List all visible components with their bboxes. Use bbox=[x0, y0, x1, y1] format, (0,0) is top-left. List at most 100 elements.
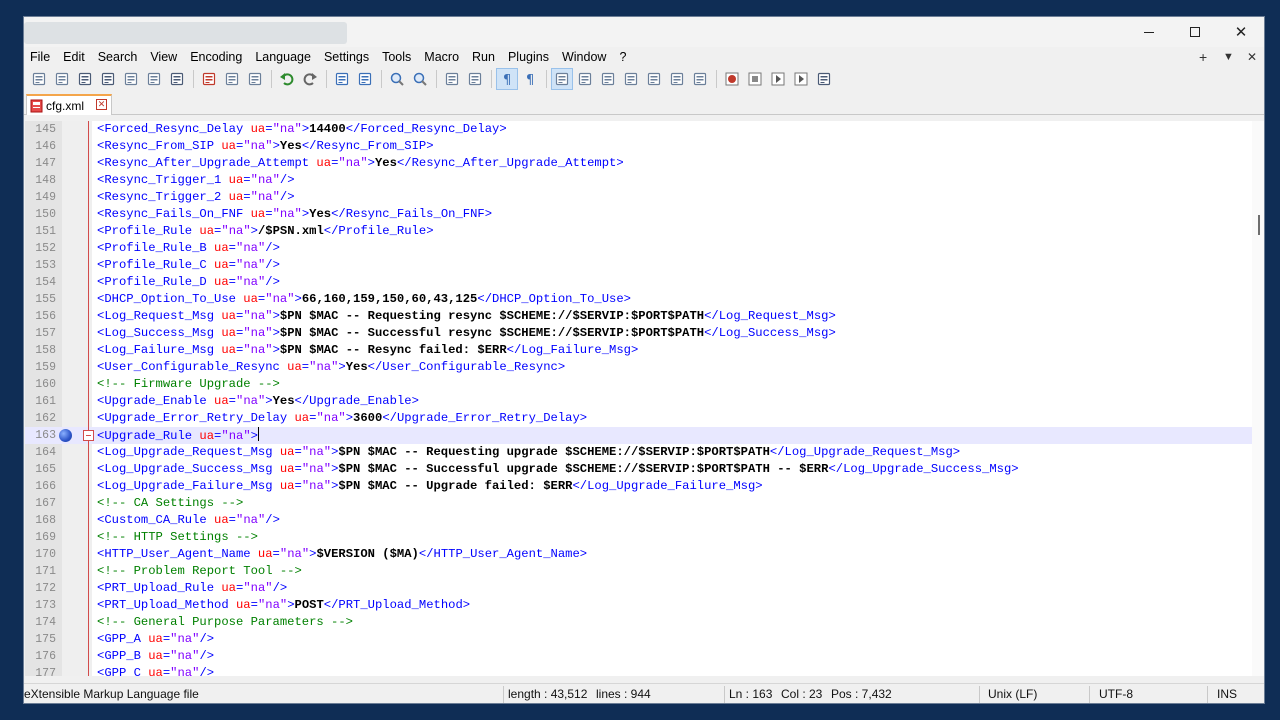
doc-map-icon[interactable] bbox=[597, 68, 619, 90]
indent-guide-icon[interactable] bbox=[551, 68, 573, 90]
fold-collapse-icon[interactable] bbox=[83, 430, 94, 441]
menu-tools[interactable]: Tools bbox=[376, 47, 418, 67]
code-line[interactable]: 166 <Log_Upgrade_Failure_Msg ua="na">$PN … bbox=[25, 478, 1252, 495]
replace-icon[interactable] bbox=[354, 68, 376, 90]
code-line[interactable]: 160 <!-- Firmware Upgrade --> bbox=[25, 376, 1252, 393]
menu-edit[interactable]: Edit bbox=[57, 47, 92, 67]
code-line[interactable]: 157 <Log_Success_Msg ua="na">$PN $MAC -- … bbox=[25, 325, 1252, 342]
stop-record-icon[interactable] bbox=[744, 68, 766, 90]
sync-vertical-icon[interactable] bbox=[441, 68, 463, 90]
code-line[interactable]: 148 <Resync_Trigger_1 ua="na"/> bbox=[25, 172, 1252, 189]
code-line[interactable]: 145 <Forced_Resync_Delay ua="na">14400</F… bbox=[25, 121, 1252, 138]
status-ln: Ln : 163 bbox=[729, 687, 773, 701]
show-all-chars-icon[interactable]: ¶ bbox=[519, 68, 541, 90]
word-wrap-icon[interactable]: ¶ bbox=[496, 68, 518, 90]
undo-icon[interactable] bbox=[276, 68, 298, 90]
find-icon[interactable] bbox=[331, 68, 353, 90]
menu-plugins[interactable]: Plugins bbox=[502, 47, 556, 67]
vertical-scrollbar[interactable] bbox=[1252, 121, 1264, 676]
code-line[interactable]: 171 <!-- Problem Report Tool --> bbox=[25, 563, 1252, 580]
code-line[interactable]: 154 <Profile_Rule_D ua="na"/> bbox=[25, 274, 1252, 291]
code-line[interactable]: 146 <Resync_From_SIP ua="na">Yes</Resync_… bbox=[25, 138, 1252, 155]
tab-close-icon[interactable]: ✕ bbox=[96, 99, 107, 110]
record-macro-icon[interactable] bbox=[721, 68, 743, 90]
close-all-icon[interactable] bbox=[143, 68, 165, 90]
code-line[interactable]: 169 <!-- HTTP Settings --> bbox=[25, 529, 1252, 546]
code-line[interactable]: 172 <PRT_Upload_Rule ua="na"/> bbox=[25, 580, 1252, 597]
fold-guide-line bbox=[88, 441, 89, 676]
code-line[interactable]: 149 <Resync_Trigger_2 ua="na"/> bbox=[25, 189, 1252, 206]
title-bar[interactable]: ✕ bbox=[24, 17, 1264, 47]
code-line[interactable]: 155 <DHCP_Option_To_Use ua="na">66,160,15… bbox=[25, 291, 1252, 308]
code-line[interactable]: 170 <HTTP_User_Agent_Name ua="na">$VERSIO… bbox=[25, 546, 1252, 563]
udl-icon[interactable] bbox=[574, 68, 596, 90]
code-line[interactable]: 161 <Upgrade_Enable ua="na">Yes</Upgrade_… bbox=[25, 393, 1252, 410]
run-macro-multiple-icon[interactable] bbox=[790, 68, 812, 90]
menu-help[interactable]: ? bbox=[613, 47, 633, 67]
menu-encoding[interactable]: Encoding bbox=[184, 47, 249, 67]
code-line[interactable]: 165 <Log_Upgrade_Success_Msg ua="na">$PN … bbox=[25, 461, 1252, 478]
close-document-button[interactable]: ✕ bbox=[1247, 47, 1257, 67]
redo-icon[interactable] bbox=[299, 68, 321, 90]
code-line[interactable]: 151 <Profile_Rule ua="na">/$PSN.xml</Prof… bbox=[25, 223, 1252, 240]
code-line[interactable]: 177 <GPP_C ua="na"/> bbox=[25, 665, 1252, 676]
token: /> bbox=[279, 190, 295, 204]
monitoring-icon[interactable] bbox=[689, 68, 711, 90]
code-line[interactable]: 159 <User_Configurable_Resync ua="na">Yes… bbox=[25, 359, 1252, 376]
tab-cfg-xml[interactable]: cfg.xml ✕ bbox=[26, 94, 112, 115]
open-file-icon[interactable] bbox=[51, 68, 73, 90]
close-button[interactable]: ✕ bbox=[1218, 17, 1264, 47]
token: "na" bbox=[301, 445, 332, 459]
zoom-out-icon[interactable] bbox=[409, 68, 431, 90]
code-line[interactable]: 156 <Log_Request_Msg ua="na">$PN $MAC -- … bbox=[25, 308, 1252, 325]
minimize-button[interactable] bbox=[1126, 17, 1172, 47]
zoom-in-icon-glyph bbox=[390, 72, 404, 86]
print-icon[interactable] bbox=[166, 68, 188, 90]
save-icon[interactable] bbox=[74, 68, 96, 90]
code-line[interactable]: 173 <PRT_Upload_Method ua="na">POST</PRT_… bbox=[25, 597, 1252, 614]
code-line[interactable]: 163 <Upgrade_Rule ua="na"> bbox=[25, 427, 1252, 444]
play-macro-icon[interactable] bbox=[767, 68, 789, 90]
code-line[interactable]: 164 <Log_Upgrade_Request_Msg ua="na">$PN … bbox=[25, 444, 1252, 461]
folder-workspace-icon[interactable] bbox=[666, 68, 688, 90]
function-list-icon[interactable] bbox=[643, 68, 665, 90]
menu-macro[interactable]: Macro bbox=[418, 47, 466, 67]
paste-icon[interactable] bbox=[244, 68, 266, 90]
code-editor[interactable]: 145 <Forced_Resync_Delay ua="na">14400</F… bbox=[25, 121, 1252, 676]
menu-view[interactable]: View bbox=[144, 47, 184, 67]
code-line[interactable]: 152 <Profile_Rule_B ua="na"/> bbox=[25, 240, 1252, 257]
menu-file[interactable]: File bbox=[24, 47, 57, 67]
token: = bbox=[228, 513, 236, 527]
copy-icon[interactable] bbox=[221, 68, 243, 90]
menu-search[interactable]: Search bbox=[92, 47, 145, 67]
code-line[interactable]: 147 <Resync_After_Upgrade_Attempt ua="na"… bbox=[25, 155, 1252, 172]
save-macro-icon[interactable] bbox=[813, 68, 835, 90]
code-line[interactable]: 175 <GPP_A ua="na"/> bbox=[25, 631, 1252, 648]
code-line[interactable]: 150 <Resync_Fails_On_FNF ua="na">Yes</Res… bbox=[25, 206, 1252, 223]
close-icon[interactable] bbox=[120, 68, 142, 90]
bookmark-icon[interactable] bbox=[59, 429, 72, 442]
tab-list-dropdown[interactable]: ▼ bbox=[1223, 47, 1234, 67]
cut-icon[interactable] bbox=[198, 68, 220, 90]
new-file-icon[interactable] bbox=[28, 68, 50, 90]
maximize-button[interactable] bbox=[1172, 17, 1218, 47]
code-line[interactable]: 168 <Custom_CA_Rule ua="na"/> bbox=[25, 512, 1252, 529]
sync-horizontal-icon[interactable] bbox=[464, 68, 486, 90]
token: ua bbox=[243, 292, 258, 306]
menu-window[interactable]: Window bbox=[556, 47, 613, 67]
status-separator bbox=[1089, 686, 1090, 703]
code-line[interactable]: 174 <!-- General Purpose Parameters --> bbox=[25, 614, 1252, 631]
menu-language[interactable]: Language bbox=[249, 47, 318, 67]
doc-list-icon[interactable] bbox=[620, 68, 642, 90]
menu-settings[interactable]: Settings bbox=[318, 47, 376, 67]
code-line[interactable]: 167 <!-- CA Settings --> bbox=[25, 495, 1252, 512]
new-tab-button[interactable]: + bbox=[1199, 47, 1207, 67]
code-line[interactable]: 153 <Profile_Rule_C ua="na"/> bbox=[25, 257, 1252, 274]
code-line[interactable]: 162 <Upgrade_Error_Retry_Delay ua="na">36… bbox=[25, 410, 1252, 427]
zoom-in-icon[interactable] bbox=[386, 68, 408, 90]
code-line[interactable]: 158 <Log_Failure_Msg ua="na">$PN $MAC -- … bbox=[25, 342, 1252, 359]
save-all-icon[interactable] bbox=[97, 68, 119, 90]
scrollbar-thumb[interactable] bbox=[1258, 215, 1260, 235]
menu-run[interactable]: Run bbox=[466, 47, 502, 67]
code-line[interactable]: 176 <GPP_B ua="na"/> bbox=[25, 648, 1252, 665]
